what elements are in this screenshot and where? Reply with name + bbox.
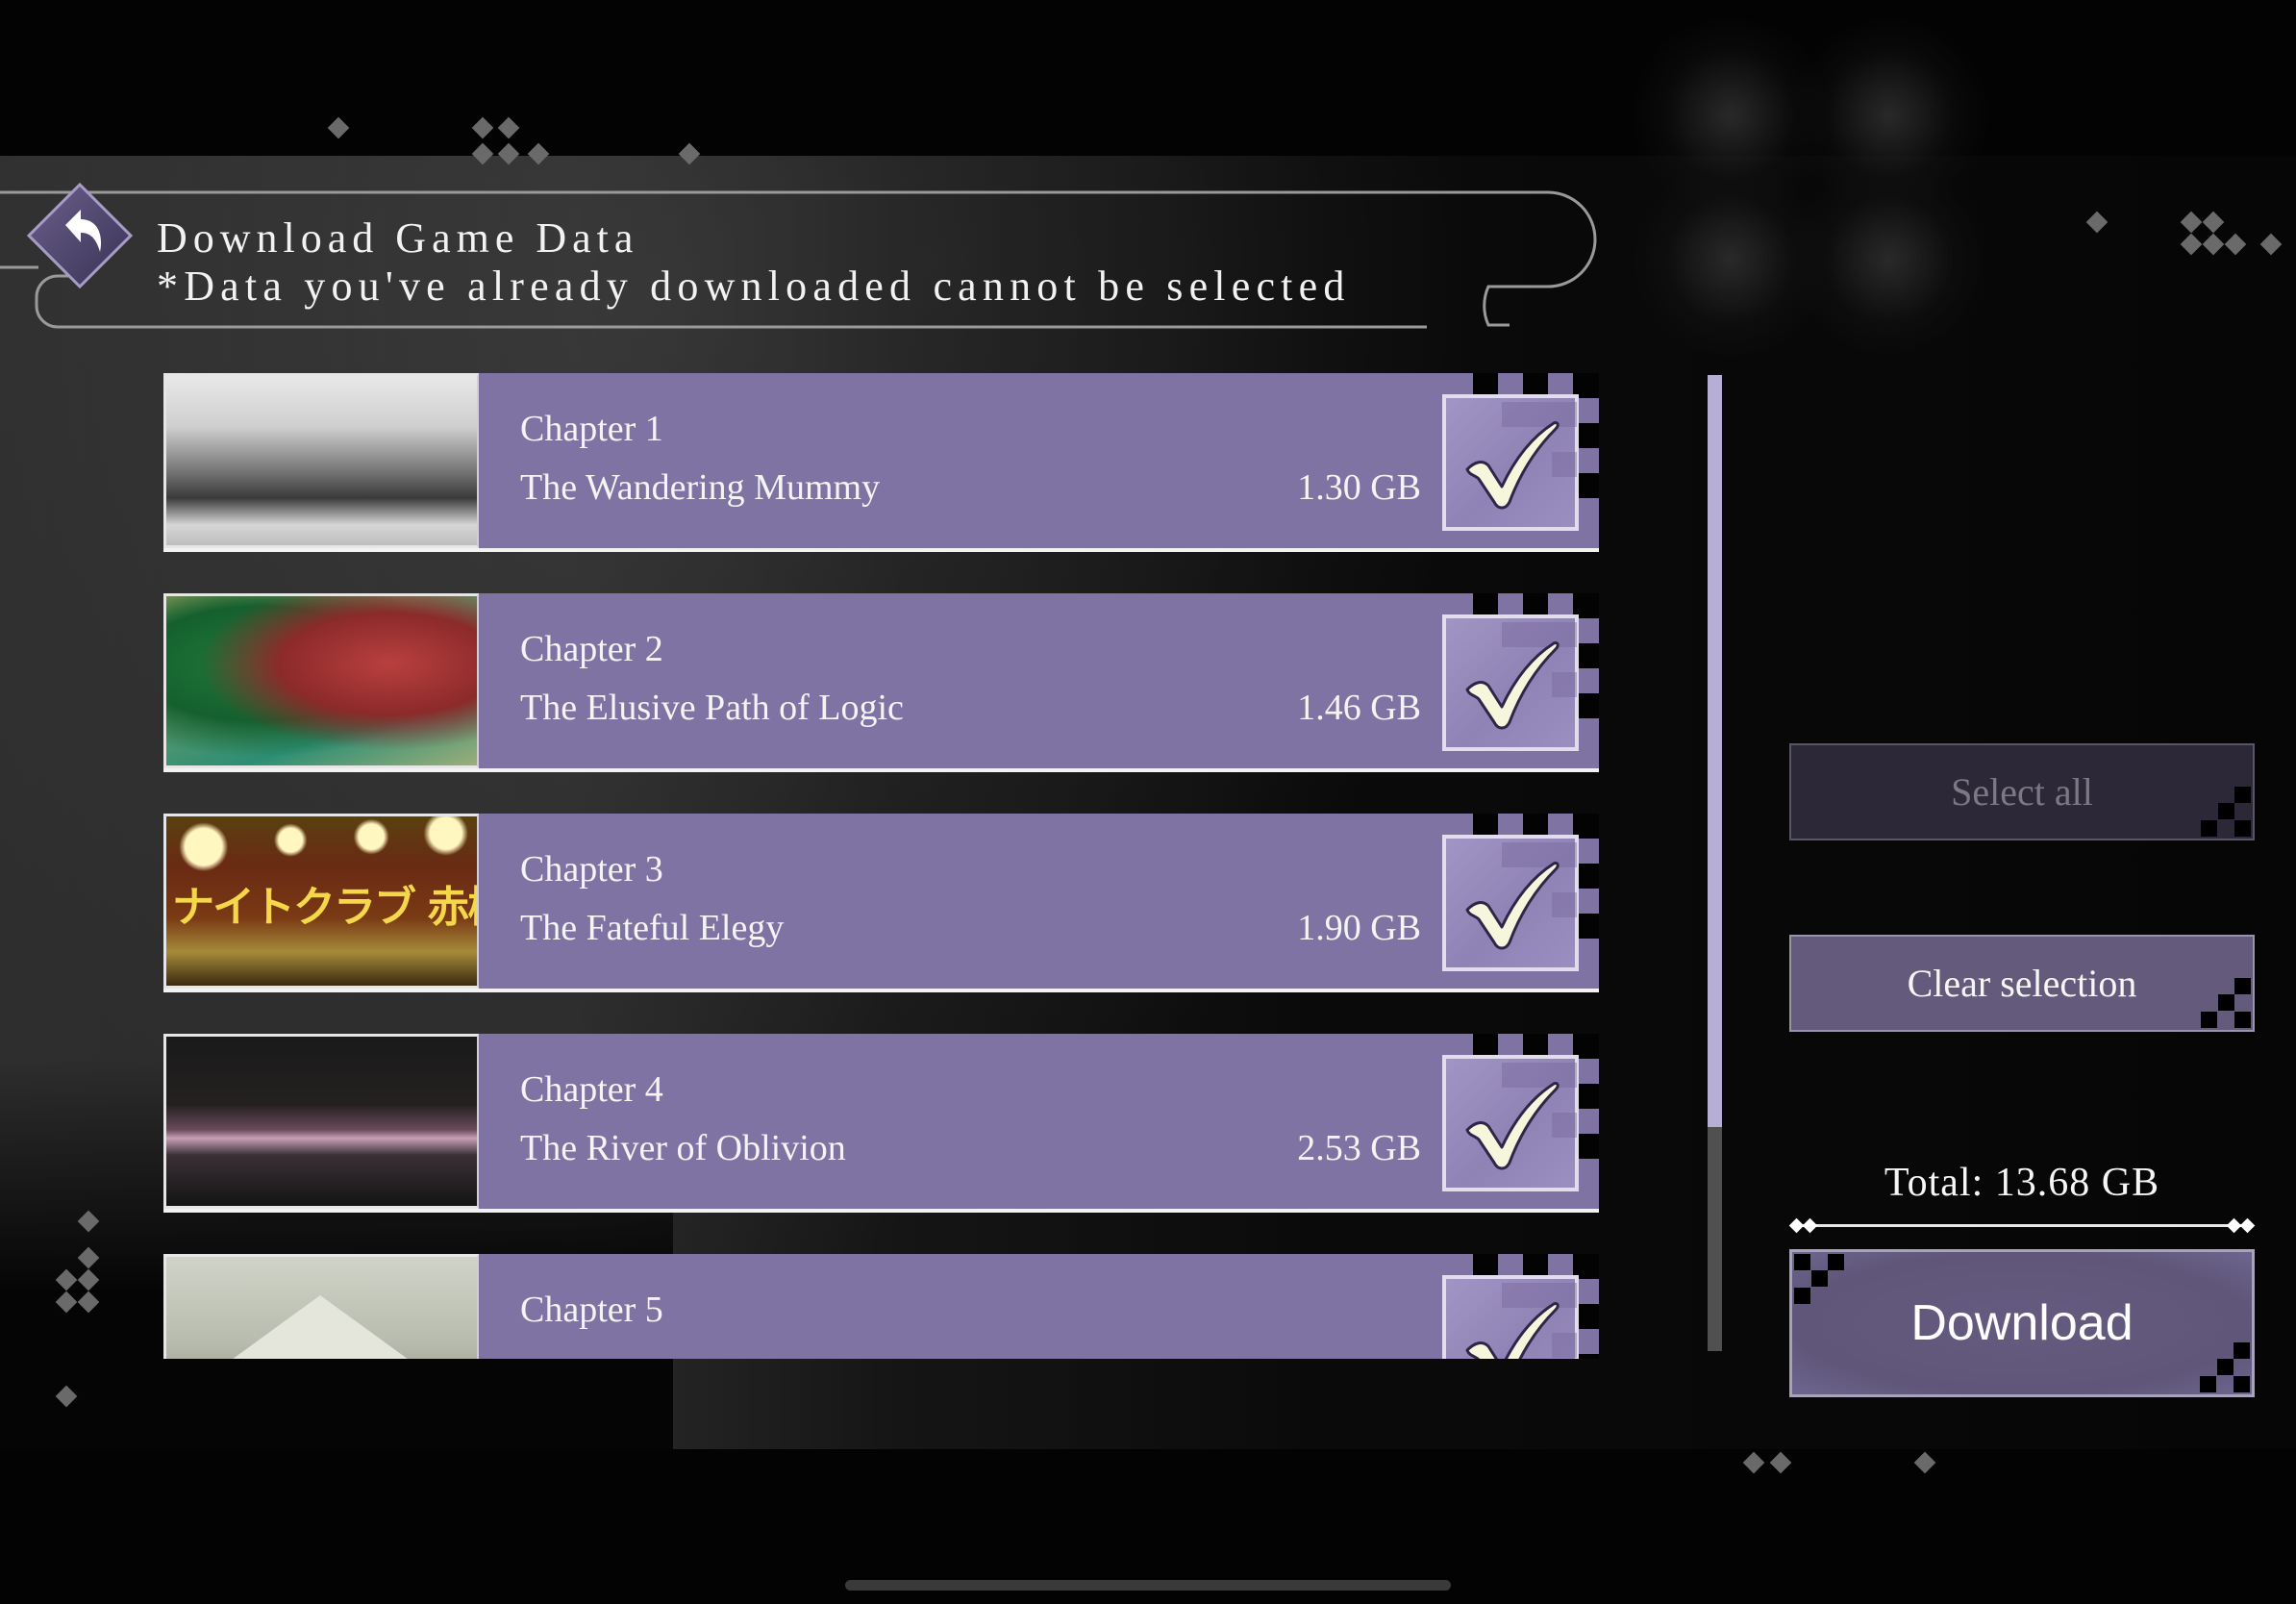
chapter-row[interactable]: Chapter 4 The River of Oblivion 2.53 GB	[163, 1034, 1599, 1213]
clear-selection-label: Clear selection	[1907, 962, 2137, 1005]
chapter-checkbox[interactable]	[1442, 1055, 1579, 1191]
bokeh-light	[1784, 163, 1995, 356]
checker-decor	[2200, 1342, 2250, 1392]
divider-line	[1788, 1217, 2256, 1234]
chapter-checkbox[interactable]	[1442, 394, 1579, 531]
chapter-list[interactable]: Chapter 1 The Wandering Mummy 1.30 GB Ch…	[154, 365, 1615, 1359]
decor-diamond	[327, 116, 350, 139]
chapter-size: 1.46 GB	[1297, 688, 1421, 728]
mountain-shape	[214, 1295, 426, 1359]
chapter-thumbnail	[163, 373, 479, 548]
decor-diamond	[1769, 1451, 1792, 1474]
chapter-checkbox[interactable]	[1442, 614, 1579, 751]
total-size: Total: 13.68 GB	[1884, 1161, 2160, 1205]
chapter-checkbox[interactable]	[1442, 835, 1579, 971]
chapter-row[interactable]: Chapter 2 The Elusive Path of Logic 1.46…	[163, 593, 1599, 772]
chapter-number: Chapter 3	[520, 849, 663, 890]
clear-selection-button[interactable]: Clear selection	[1789, 935, 2255, 1032]
chapter-title: The River of Oblivion	[520, 1128, 846, 1168]
chapter-thumbnail	[163, 1254, 479, 1359]
checker-decor	[2201, 787, 2251, 837]
download-button[interactable]: Download	[1789, 1249, 2255, 1397]
download-label: Download	[1910, 1295, 2134, 1351]
chapter-row[interactable]: Chapter 1 The Wandering Mummy 1.30 GB	[163, 373, 1599, 552]
decor-diamond	[471, 116, 494, 139]
chapter-number: Chapter 4	[520, 1069, 663, 1110]
chapter-size: 1.90 GB	[1297, 908, 1421, 948]
select-all-label: Select all	[1951, 770, 2093, 814]
decor-diamond	[497, 116, 520, 139]
scrollbar-thumb[interactable]	[1708, 375, 1722, 1127]
chapter-checkbox[interactable]	[1442, 1275, 1579, 1359]
checker-decor	[1794, 1254, 1844, 1304]
chapter-title: The Elusive Path of Logic	[520, 688, 904, 728]
chapter-thumbnail: ナイトクラブ 赤椿	[163, 814, 479, 989]
chapter-size: 2.53 GB	[1297, 1128, 1421, 1168]
page-subtitle: *Data you've already downloaded cannot b…	[157, 263, 1351, 310]
chapter-row[interactable]: Chapter 5	[163, 1254, 1599, 1359]
chapter-size: 1.30 GB	[1297, 467, 1421, 508]
decor-diamond	[1913, 1451, 1936, 1474]
select-all-button[interactable]: Select all	[1789, 743, 2255, 840]
checkmark-icon	[1465, 421, 1560, 510]
chapter-number: Chapter 2	[520, 629, 663, 669]
thumbnail-sign-text: ナイトクラブ 赤椿	[172, 883, 479, 932]
chapter-number: Chapter 1	[520, 409, 663, 449]
checkmark-icon	[1465, 641, 1560, 730]
checkmark-icon	[1465, 1082, 1560, 1170]
checkmark-icon	[1465, 862, 1560, 950]
back-arrow-icon	[26, 182, 134, 289]
checkmark-icon	[1465, 1302, 1560, 1359]
back-button[interactable]	[26, 182, 134, 289]
chapter-thumbnail	[163, 593, 479, 768]
chapter-title: The Wandering Mummy	[520, 467, 881, 508]
chapter-thumbnail	[163, 1034, 479, 1209]
page-title: Download Game Data	[157, 214, 639, 262]
home-indicator[interactable]	[845, 1580, 1451, 1591]
checker-decor	[2201, 978, 2251, 1028]
chapter-number: Chapter 5	[520, 1290, 663, 1330]
decor-diamond	[1742, 1451, 1765, 1474]
chapter-title: The Fateful Elegy	[520, 908, 785, 948]
chapter-row[interactable]: ナイトクラブ 赤椿 Chapter 3 The Fateful Elegy 1.…	[163, 814, 1599, 992]
